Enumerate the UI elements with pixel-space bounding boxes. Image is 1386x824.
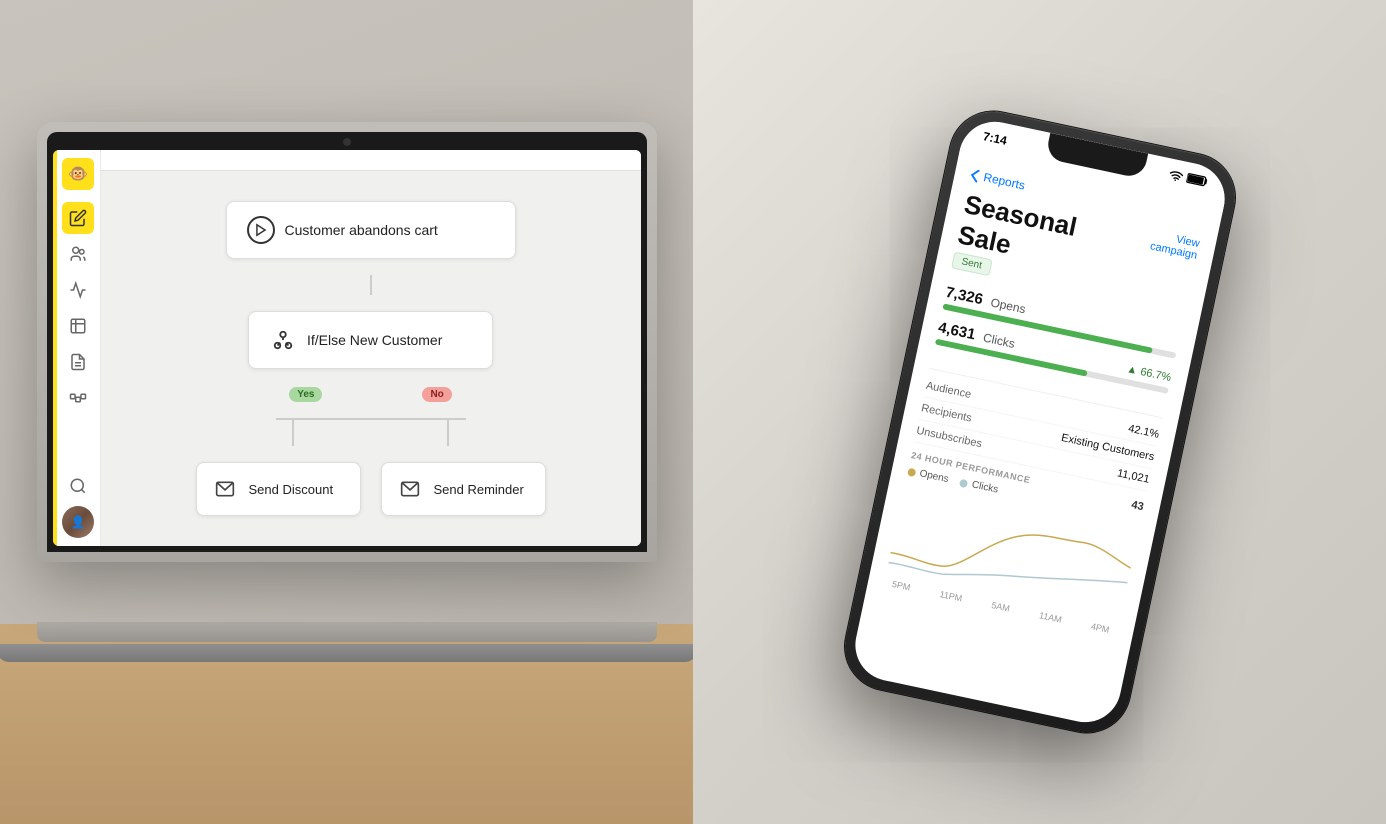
left-branch-line — [292, 418, 294, 446]
condition-label: If/Else New Customer — [307, 332, 442, 348]
sidebar-item-automations[interactable] — [62, 310, 94, 342]
sidebar-item-audience[interactable] — [62, 238, 94, 270]
condition-node[interactable]: If/Else New Customer — [248, 311, 493, 369]
laptop-camera — [343, 138, 351, 146]
battery-icon — [1185, 172, 1209, 187]
phone-outer: 7:14 Reports — [836, 103, 1242, 740]
trigger-node[interactable]: Customer abandons cart — [226, 201, 516, 259]
user-avatar[interactable]: 👤 — [62, 506, 94, 538]
chart-label-5pm: 5PM — [891, 579, 911, 593]
sidebar-item-integrations[interactable] — [62, 382, 94, 414]
clicks-legend-dot — [959, 479, 968, 488]
fork-icon — [269, 326, 297, 354]
audience-icon — [69, 245, 87, 263]
phone-time: 7:14 — [981, 129, 1007, 148]
badge-no: No — [422, 387, 451, 402]
phone-device: 7:14 Reports — [836, 103, 1242, 740]
automations-icon — [69, 317, 87, 335]
trigger-label: Customer abandons cart — [285, 222, 438, 238]
branch-badges-row: Yes No — [289, 387, 452, 402]
content-icon — [69, 353, 87, 371]
branch-lines — [231, 418, 511, 446]
laptop-screen: 🐵 — [53, 150, 641, 546]
chevron-left-icon — [969, 168, 980, 182]
chart-label-11am: 11AM — [1038, 611, 1062, 626]
wifi-icon — [1168, 169, 1184, 182]
action-nodes-row: Send Discount Send Reminder — [196, 462, 546, 516]
edit-icon — [69, 209, 87, 227]
mailchimp-logo: 🐵 — [62, 158, 94, 190]
app-main: Customer abandons cart If/Else New Custo… — [101, 150, 641, 546]
laptop-bottom — [0, 644, 693, 662]
laptop-base — [37, 622, 657, 642]
right-branch-line — [447, 418, 449, 446]
sidebar-item-edit[interactable] — [62, 202, 94, 234]
app-header — [101, 150, 641, 171]
left-panel: 🐵 — [0, 0, 693, 824]
chart-label-4pm: 4PM — [1090, 622, 1110, 636]
perf-value: 43 — [1130, 499, 1144, 513]
action-node-discount[interactable]: Send Discount — [196, 462, 361, 516]
status-icons — [1168, 169, 1209, 188]
journey-canvas: Customer abandons cart If/Else New Custo… — [101, 171, 641, 546]
search-icon — [69, 477, 87, 495]
audience-value: 42.1% — [1127, 423, 1160, 441]
phone-screen: 7:14 Reports — [848, 115, 1231, 729]
trigger-icon — [247, 216, 275, 244]
action1-label: Send Discount — [249, 482, 334, 497]
chart-label-11pm: 11PM — [938, 589, 962, 604]
action2-label: Send Reminder — [434, 482, 524, 497]
sidebar-item-search[interactable] — [62, 470, 94, 502]
email-icon-1 — [211, 475, 239, 503]
unsubscribes-value: 11,021 — [1115, 468, 1150, 487]
laptop-bezel: 🐵 — [47, 132, 647, 552]
audience-key: Audience — [924, 380, 971, 401]
horizontal-line — [276, 418, 466, 420]
action-node-reminder[interactable]: Send Reminder — [381, 462, 546, 516]
sidebar-item-campaigns[interactable] — [62, 274, 94, 306]
badge-yes: Yes — [289, 387, 322, 402]
campaigns-icon — [69, 281, 87, 299]
phone-notch — [1044, 133, 1147, 179]
right-panel: 7:14 Reports — [693, 0, 1386, 824]
mailchimp-logo-icon: 🐵 — [68, 164, 88, 184]
chart-label-5am: 5AM — [990, 600, 1010, 614]
clicks-label: Clicks — [981, 331, 1015, 351]
avatar-image: 👤 — [62, 506, 94, 538]
connector-1 — [370, 275, 372, 295]
sidebar-item-content[interactable] — [62, 346, 94, 378]
integrations-icon — [69, 389, 87, 407]
laptop-device: 🐵 — [37, 122, 657, 562]
opens-legend-dot — [906, 468, 915, 477]
app-sidebar: 🐵 — [57, 150, 101, 546]
sent-badge: Sent — [950, 252, 991, 277]
email-icon-2 — [396, 475, 424, 503]
